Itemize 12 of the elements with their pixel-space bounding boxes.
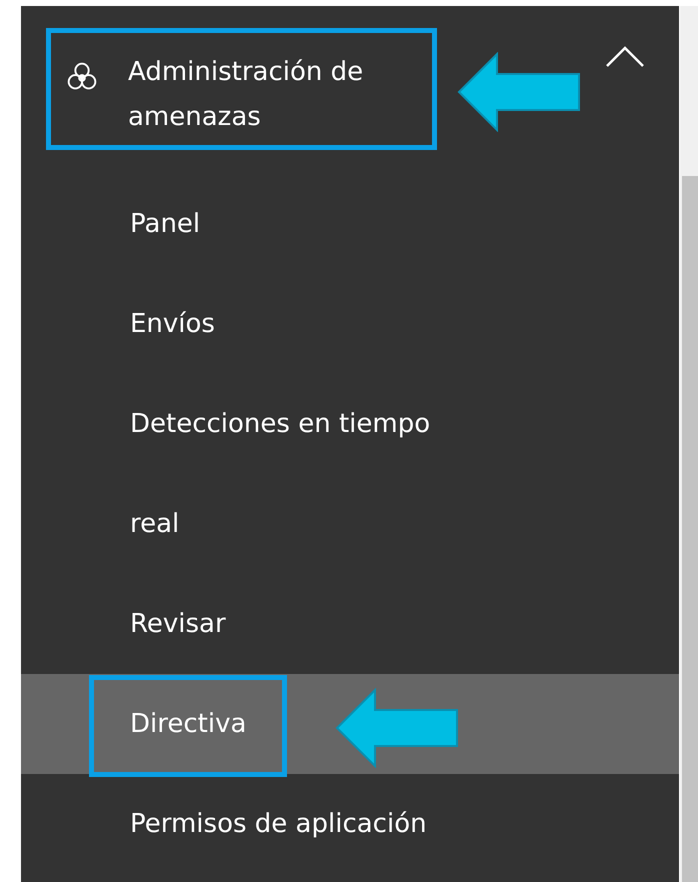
scrollbar-thumb[interactable]	[682, 176, 698, 882]
nav-item[interactable]: real	[21, 474, 679, 574]
nav-item[interactable]: Revisar	[21, 574, 679, 674]
chevron-up-icon	[605, 46, 645, 68]
nav-item[interactable]: Panel	[21, 174, 679, 274]
arrow-icon	[457, 52, 581, 132]
arrow-icon	[335, 688, 459, 768]
nav-group-header[interactable]: Administración de amenazas	[21, 6, 679, 174]
nav-item[interactable]: Permisos de aplicación	[21, 774, 679, 874]
nav-group-label: Administración de amenazas	[128, 56, 364, 134]
nav-item[interactable]: Envíos	[21, 274, 679, 374]
nav-item[interactable]: Detecciones en tiempo	[21, 374, 679, 474]
